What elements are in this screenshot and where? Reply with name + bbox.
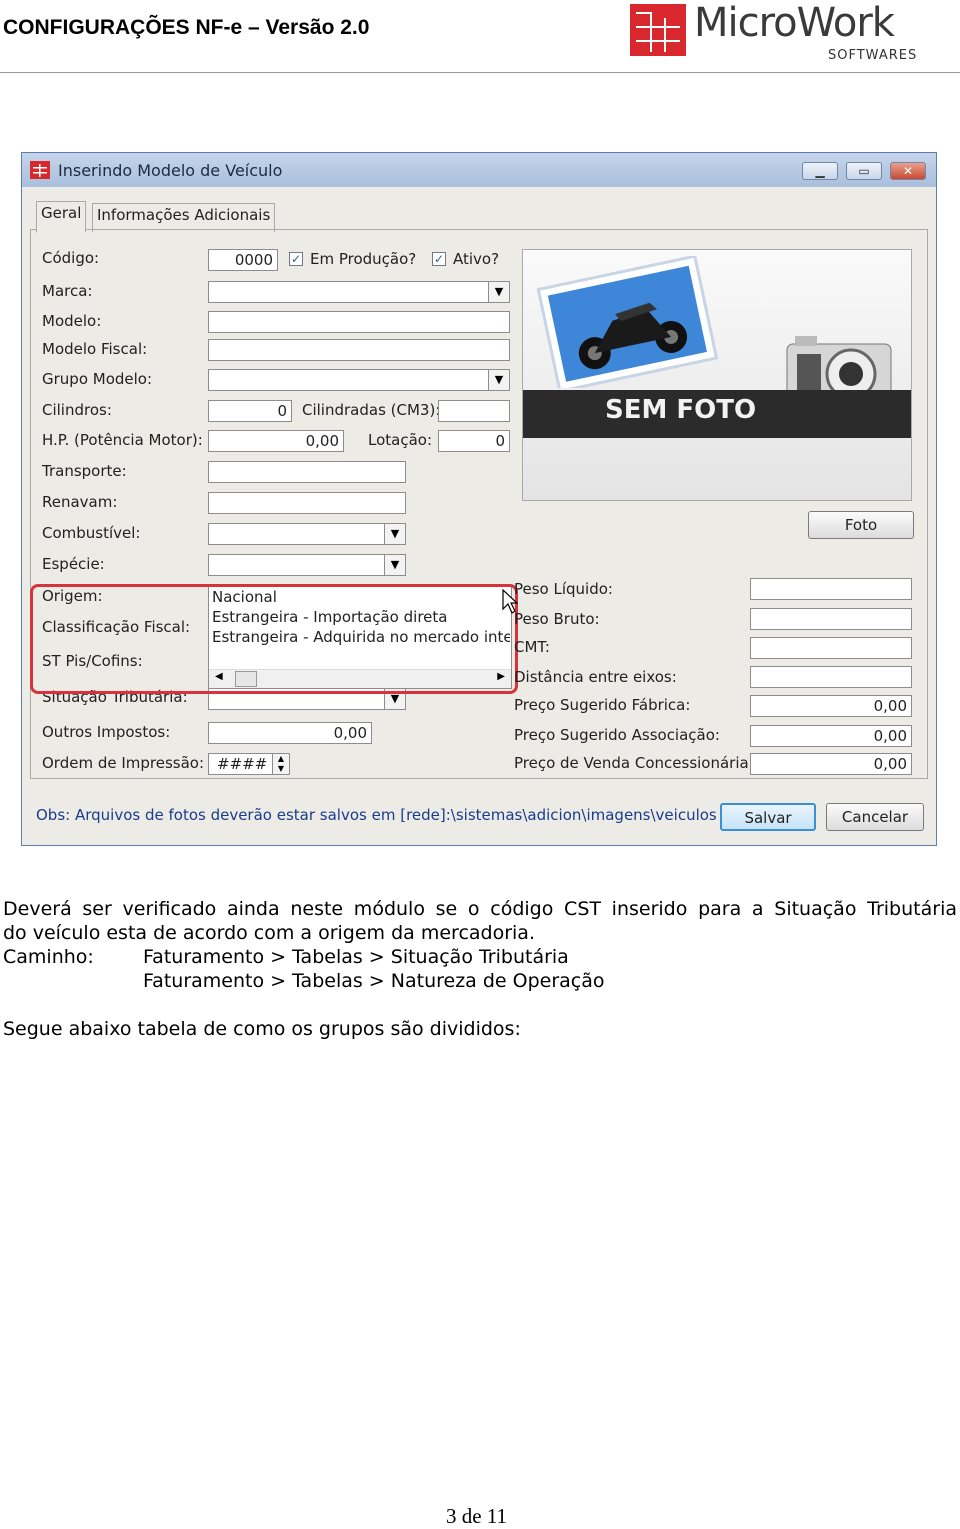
em-producao-label: Em Produção? — [310, 250, 417, 268]
chevron-down-icon[interactable]: ▼ — [384, 555, 405, 575]
chevron-down-icon[interactable]: ▼ — [488, 282, 509, 302]
vehicle-model-window: Inserindo Modelo de Veículo ▁ ▭ ✕ Geral … — [21, 152, 937, 846]
transporte-field[interactable] — [208, 461, 406, 483]
header-divider — [0, 72, 960, 73]
distancia-eixos-field[interactable] — [750, 666, 912, 688]
minimize-icon: ▁ — [815, 164, 825, 178]
renavam-field[interactable] — [208, 492, 406, 514]
cilindros-field[interactable]: 0 — [208, 400, 292, 422]
ativo-checkbox[interactable]: ✓ — [432, 252, 446, 266]
preco-fabrica-field[interactable]: 0,00 — [750, 695, 912, 717]
paragraph-line-2: do veículo esta de acordo com a origem d… — [3, 922, 535, 944]
transporte-label: Transporte: — [42, 462, 127, 480]
ordem-impressao-value: #### — [217, 755, 268, 773]
grupo-modelo-combo[interactable]: ▼ — [208, 369, 510, 391]
modelo-label: Modelo: — [42, 312, 102, 330]
codigo-field[interactable]: 0000 — [208, 249, 278, 271]
salvar-button[interactable]: Salvar — [720, 803, 816, 831]
lotacao-label: Lotação: — [368, 431, 433, 449]
tab-informacoes-adicionais[interactable]: Informações Adicionais — [92, 203, 276, 232]
preco-concessionaria-field[interactable]: 0,00 — [750, 753, 912, 775]
cilindradas-label: Cilindradas (CM3): — [302, 401, 441, 419]
close-button[interactable]: ✕ — [890, 162, 926, 180]
peso-bruto-field[interactable] — [750, 608, 912, 630]
tab-geral[interactable]: Geral — [36, 201, 87, 233]
hp-field[interactable]: 0,00 — [208, 430, 344, 452]
outros-impostos-label: Outros Impostos: — [42, 723, 171, 741]
maximize-icon: ▭ — [858, 164, 870, 178]
modelo-fiscal-label: Modelo Fiscal: — [42, 340, 148, 358]
combustivel-label: Combustível: — [42, 524, 141, 542]
preco-associacao-label: Preço Sugerido Associação: — [514, 726, 720, 744]
preco-associacao-field[interactable]: 0,00 — [750, 725, 912, 747]
ativo-label: Ativo? — [453, 250, 500, 268]
outros-impostos-field[interactable]: 0,00 — [208, 722, 372, 744]
ordem-impressao-label: Ordem de Impressão: — [42, 754, 205, 772]
vehicle-photo-placeholder: SEM FOTO — [522, 249, 912, 501]
paragraph-line-1: Deverá ser verificado ainda neste módulo… — [3, 898, 957, 920]
page-number: 3 de 11 — [446, 1504, 508, 1528]
origem-highlight-box — [30, 584, 518, 694]
obs-note: Obs: Arquivos de fotos deverão estar sal… — [36, 806, 717, 824]
caminho-label: Caminho: — [3, 946, 94, 968]
logo-subtitle: SOFTWARES — [828, 48, 918, 63]
logo-mark-icon — [630, 4, 686, 56]
em-producao-checkbox[interactable]: ✓ — [289, 252, 303, 266]
logo-name: MicroWork — [694, 0, 895, 46]
microwork-logo: MicroWork SOFTWARES — [630, 0, 950, 66]
renavam-label: Renavam: — [42, 493, 118, 511]
cancelar-button[interactable]: Cancelar — [826, 803, 924, 831]
marca-label: Marca: — [42, 282, 93, 300]
path-natureza-operacao: Faturamento > Tabelas > Natureza de Oper… — [143, 970, 605, 992]
combustivel-combo[interactable]: ▼ — [208, 523, 406, 545]
document-title: CONFIGURAÇÕES NF-e – Versão 2.0 — [3, 16, 370, 39]
chevron-down-icon[interactable]: ▼ — [384, 524, 405, 544]
foto-button[interactable]: Foto — [808, 511, 914, 539]
especie-combo[interactable]: ▼ — [208, 554, 406, 576]
chevron-down-icon[interactable]: ▼ — [488, 370, 509, 390]
modelo-field[interactable] — [208, 311, 510, 333]
maximize-button[interactable]: ▭ — [846, 162, 882, 180]
peso-bruto-label: Peso Bruto: — [514, 610, 600, 628]
window-titlebar[interactable]: Inserindo Modelo de Veículo ▁ ▭ ✕ — [22, 153, 936, 187]
minimize-button[interactable]: ▁ — [802, 162, 838, 180]
close-icon: ✕ — [902, 164, 914, 178]
motorcycle-image-icon — [536, 256, 719, 388]
lotacao-field[interactable]: 0 — [438, 430, 510, 452]
cilindros-label: Cilindros: — [42, 401, 112, 419]
peso-liquido-field[interactable] — [750, 578, 912, 600]
sem-foto-text: SEM FOTO — [605, 395, 757, 425]
ordem-impressao-field[interactable]: #### ▲ ▼ — [208, 753, 290, 775]
spinner-icon[interactable]: ▲ ▼ — [272, 754, 289, 774]
marca-combo[interactable]: ▼ — [208, 281, 510, 303]
window-title: Inserindo Modelo de Veículo — [58, 161, 283, 180]
cmt-field[interactable] — [750, 637, 912, 659]
grupo-modelo-label: Grupo Modelo: — [42, 370, 153, 388]
cilindradas-field[interactable] — [438, 400, 510, 422]
path-situacao-tributaria: Faturamento > Tabelas > Situação Tributá… — [143, 946, 569, 968]
preco-concessionaria-label: Preço de Venda Concessionária: — [514, 754, 754, 772]
preco-fabrica-label: Preço Sugerido Fábrica: — [514, 696, 691, 714]
hp-label: H.P. (Potência Motor): — [42, 431, 203, 449]
app-icon — [30, 161, 50, 179]
peso-liquido-label: Peso Líquido: — [514, 580, 613, 598]
paragraph-tabela: Segue abaixo tabela de como os grupos sã… — [3, 1018, 521, 1040]
modelo-fiscal-field[interactable] — [208, 339, 510, 361]
cmt-label: CMT: — [514, 638, 550, 656]
especie-label: Espécie: — [42, 555, 105, 573]
distancia-eixos-label: Distância entre eixos: — [514, 668, 677, 686]
codigo-label: Código: — [42, 249, 100, 267]
